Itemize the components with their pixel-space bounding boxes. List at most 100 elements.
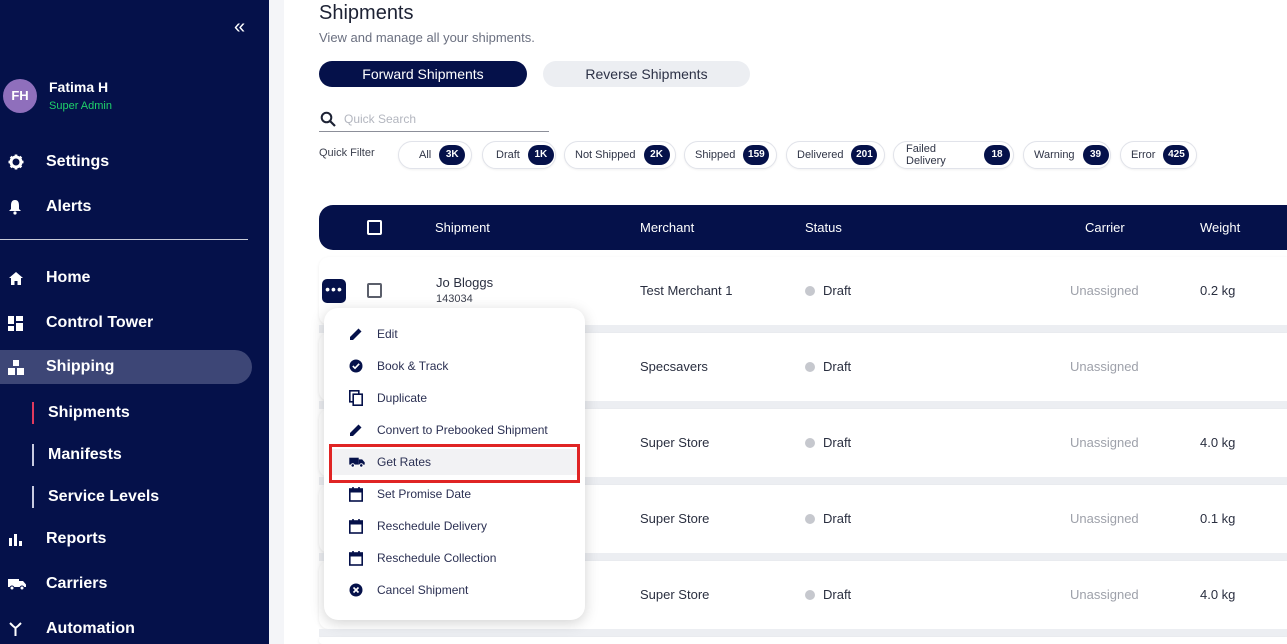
menu-item-reschedule-delivery[interactable]: Reschedule Delivery <box>324 513 585 539</box>
merchant-cell: Super Store <box>640 587 710 602</box>
row-checkbox[interactable] <box>367 283 382 298</box>
search-placeholder: Quick Search <box>344 112 417 126</box>
merchant-cell: Super Store <box>640 435 710 450</box>
bar-chart-icon <box>0 533 46 546</box>
column-header-shipment[interactable]: Shipment <box>435 220 490 235</box>
column-header-merchant[interactable]: Merchant <box>640 220 694 235</box>
pencil-icon <box>324 327 377 341</box>
menu-item-cancel-shipment[interactable]: Cancel Shipment <box>324 577 585 603</box>
status-cell: Draft <box>805 359 851 374</box>
shipment-name[interactable]: Jo Bloggs <box>436 275 493 290</box>
status-dot <box>805 286 815 296</box>
page-title: Shipments <box>319 2 414 24</box>
menu-item-duplicate[interactable]: Duplicate <box>324 385 585 411</box>
filter-chip-label: Delivered <box>797 149 844 161</box>
table-row[interactable] <box>319 637 1287 644</box>
filter-chip-shipped[interactable]: Shipped 159 <box>684 141 777 169</box>
status-dot <box>805 362 815 372</box>
status-dot <box>805 590 815 600</box>
sidebar-subitem-service-levels[interactable]: Service Levels <box>32 485 159 509</box>
sidebar-item-label: Carriers <box>46 575 108 592</box>
filter-chip-not-shipped[interactable]: Not Shipped 2K <box>564 141 676 169</box>
sidebar-subitem-label: Service Levels <box>48 488 160 505</box>
page-subtitle: View and manage all your shipments. <box>319 30 535 45</box>
tab-reverse-shipments[interactable]: Reverse Shipments <box>543 61 750 87</box>
calendar-icon <box>324 486 377 502</box>
search-input[interactable]: Quick Search <box>319 107 549 132</box>
carrier-cell: Unassigned <box>1070 511 1139 526</box>
calendar-icon <box>324 550 377 566</box>
sidebar-subitem-manifests[interactable]: Manifests <box>32 443 122 467</box>
merchant-cell: Specsavers <box>640 359 708 374</box>
menu-item-label: Edit <box>377 327 398 341</box>
sidebar-item-carriers[interactable]: Carriers <box>0 567 252 601</box>
filter-chip-label: Failed Delivery <box>906 143 946 167</box>
sidebar-item-shipping[interactable]: Shipping <box>0 350 252 384</box>
sidebar-item-settings[interactable]: Settings <box>0 145 252 179</box>
merchant-cell: Test Merchant 1 <box>640 283 733 298</box>
filter-chip-count: 425 <box>1163 145 1190 165</box>
menu-item-convert-prebooked[interactable]: Convert to Prebooked Shipment <box>324 417 585 443</box>
status-dot <box>805 438 815 448</box>
select-all-checkbox[interactable] <box>367 220 382 235</box>
filter-chip-count: 1K <box>527 145 554 165</box>
weight-cell: 0.1 kg <box>1200 511 1236 526</box>
status-label: Draft <box>823 283 852 298</box>
status-label: Draft <box>823 359 852 374</box>
menu-item-label: Reschedule Delivery <box>377 519 488 533</box>
filter-chip-label: Not Shipped <box>575 149 636 161</box>
filter-chip-label: Error <box>1131 149 1156 161</box>
sidebar-item-control-tower[interactable]: Control Tower <box>0 306 252 340</box>
menu-item-book-track[interactable]: Book & Track <box>324 353 585 379</box>
menu-item-label: Reschedule Collection <box>377 551 497 565</box>
menu-item-label: Book & Track <box>377 359 449 373</box>
filter-chip-label: All <box>419 149 432 161</box>
sidebar-item-label: Alerts <box>46 198 92 215</box>
carrier-cell: Unassigned <box>1070 359 1139 374</box>
filter-chip-count: 2K <box>643 145 670 165</box>
row-actions-button[interactable]: ••• <box>322 279 346 303</box>
weight-cell: 4.0 kg <box>1200 587 1236 602</box>
sidebar-divider <box>0 239 248 240</box>
tab-forward-shipments[interactable]: Forward Shipments <box>319 61 527 87</box>
filter-chip-failed-delivery[interactable]: Failed Delivery 18 <box>893 141 1014 169</box>
menu-item-label: Convert to Prebooked Shipment <box>377 423 548 437</box>
filter-chip-all[interactable]: All 3K <box>398 141 472 169</box>
menu-item-edit[interactable]: Edit <box>324 321 585 347</box>
status-dot <box>805 514 815 524</box>
carrier-cell: Unassigned <box>1070 283 1139 298</box>
sidebar-item-label: Home <box>46 269 91 286</box>
filter-chip-count: 159 <box>743 145 770 165</box>
sidebar-subitem-label: Shipments <box>48 404 130 421</box>
carrier-cell: Unassigned <box>1070 435 1139 450</box>
sidebar-item-label: Reports <box>46 530 107 547</box>
weight-cell: 0.2 kg <box>1200 283 1236 298</box>
sidebar: « FH Fatima H Super Admin Settings Alert… <box>0 0 269 644</box>
status-label: Draft <box>823 587 852 602</box>
column-header-weight[interactable]: Weight <box>1200 220 1240 235</box>
sidebar-item-reports[interactable]: Reports <box>0 522 252 556</box>
menu-item-set-promise-date[interactable]: Set Promise Date <box>324 481 585 507</box>
collapse-sidebar-icon[interactable]: « <box>234 16 252 38</box>
column-header-carrier[interactable]: Carrier <box>1085 220 1125 235</box>
filter-chip-warning[interactable]: Warning 39 <box>1023 141 1111 169</box>
column-header-status[interactable]: Status <box>805 220 842 235</box>
sidebar-item-alerts[interactable]: Alerts <box>0 190 252 224</box>
status-label: Draft <box>823 435 852 450</box>
check-circle-icon <box>324 359 377 373</box>
filter-chip-draft[interactable]: Draft 1K <box>482 141 556 169</box>
filter-chip-label: Warning <box>1034 149 1075 161</box>
dashboard-icon <box>0 315 46 331</box>
avatar[interactable]: FH <box>3 79 37 113</box>
carrier-cell: Unassigned <box>1070 587 1139 602</box>
sidebar-item-home[interactable]: Home <box>0 261 252 295</box>
sidebar-item-automation[interactable]: Automation <box>0 612 252 644</box>
pencil-icon <box>324 423 377 437</box>
filter-chip-delivered[interactable]: Delivered 201 <box>786 141 885 169</box>
status-label: Draft <box>823 511 852 526</box>
filter-chip-count: 39 <box>1082 145 1109 165</box>
menu-item-reschedule-collection[interactable]: Reschedule Collection <box>324 545 585 571</box>
sidebar-subitem-shipments[interactable]: Shipments <box>32 401 130 425</box>
filter-chip-count: 201 <box>851 145 878 165</box>
filter-chip-error[interactable]: Error 425 <box>1120 141 1197 169</box>
